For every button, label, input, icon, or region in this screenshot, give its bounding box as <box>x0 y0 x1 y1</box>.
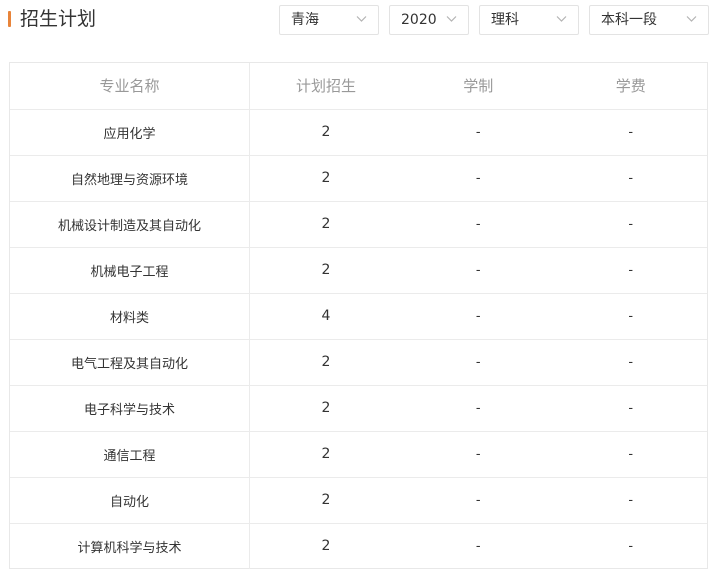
major-cell: 应用化学 <box>10 109 250 156</box>
duration-cell: - <box>402 247 555 294</box>
table-row: 机械设计制造及其自动化 2 - - <box>10 201 707 248</box>
duration-cell: - <box>402 109 555 156</box>
subject-select[interactable]: 理科 <box>479 5 579 35</box>
table-row: 电子科学与技术 2 - - <box>10 385 707 432</box>
province-select-value: 青海 <box>291 12 319 28</box>
tuition-cell: - <box>554 385 707 432</box>
chevron-down-icon <box>446 16 457 22</box>
plan-count-cell: 2 <box>249 247 402 294</box>
column-header-duration: 学制 <box>402 63 555 110</box>
table-row: 自然地理与资源环境 2 - - <box>10 155 707 202</box>
year-select[interactable]: 2020 <box>389 5 469 35</box>
plan-count-cell: 2 <box>249 109 402 156</box>
year-select-value: 2020 <box>401 12 437 28</box>
table-row: 自动化 2 - - <box>10 477 707 524</box>
plan-count-cell: 2 <box>321 538 331 555</box>
major-cell: 电子科学与技术 <box>10 385 250 432</box>
plan-count-cell: 2 <box>249 339 402 386</box>
major-cell: 自然地理与资源环境 <box>10 155 250 202</box>
duration-cell: - <box>402 477 555 524</box>
tuition-cell: - <box>628 538 634 554</box>
duration-cell: - <box>402 201 555 248</box>
title-accent-bar <box>8 11 11 27</box>
plan-count-cell: 2 <box>249 155 402 202</box>
tuition-cell: - <box>554 431 707 478</box>
subject-select-value: 理科 <box>491 12 519 28</box>
table-row: 材料类 4 - - <box>10 293 707 340</box>
column-header-plan: 计划招生 <box>249 63 402 110</box>
tuition-cell: - <box>554 109 707 156</box>
plan-count-cell: 2 <box>249 201 402 248</box>
duration-cell: - <box>402 385 555 432</box>
chevron-down-icon <box>356 16 367 22</box>
tuition-cell: - <box>554 201 707 248</box>
column-header-tuition: 学费 <box>554 63 707 110</box>
table-row: 应用化学 2 - - <box>10 109 707 156</box>
tuition-cell: - <box>554 477 707 524</box>
major-cell: 计算机科学与技术 <box>10 523 250 569</box>
tuition-cell: - <box>554 155 707 202</box>
table-row: 机械电子工程 2 - - <box>10 247 707 294</box>
section-header: 招生计划 青海 2020 理科 本科一段 <box>0 0 717 44</box>
plan-count-cell: 2 <box>249 477 402 524</box>
plan-count-cell: 2 <box>249 431 402 478</box>
duration-cell: - <box>402 155 555 202</box>
table-row: 电气工程及其自动化 2 - - <box>10 339 707 386</box>
table-row: 通信工程 2 - - <box>10 431 707 478</box>
major-cell: 材料类 <box>10 293 250 340</box>
plan-count-cell: 2 <box>249 385 402 432</box>
duration-cell: - <box>402 293 555 340</box>
table-row: 计算机科学与技术 2 - - <box>10 523 707 569</box>
chevron-down-icon <box>686 16 697 22</box>
duration-cell: - <box>402 339 555 386</box>
major-cell: 机械电子工程 <box>10 247 250 294</box>
province-select[interactable]: 青海 <box>279 5 379 35</box>
column-header-major: 专业名称 <box>10 63 250 110</box>
batch-select[interactable]: 本科一段 <box>589 5 709 35</box>
table-header-row: 专业名称 计划招生 学制 学费 <box>10 63 707 110</box>
major-cell: 机械设计制造及其自动化 <box>10 201 250 248</box>
duration-cell: - <box>475 538 481 554</box>
tuition-cell: - <box>554 339 707 386</box>
chevron-down-icon <box>556 16 567 22</box>
duration-cell: - <box>402 431 555 478</box>
plan-count-cell: 4 <box>249 293 402 340</box>
batch-select-value: 本科一段 <box>601 12 657 28</box>
major-cell: 通信工程 <box>10 431 250 478</box>
tuition-cell: - <box>554 247 707 294</box>
tuition-cell: - <box>554 293 707 340</box>
major-cell: 电气工程及其自动化 <box>10 339 250 386</box>
major-cell: 自动化 <box>10 477 250 524</box>
page-title: 招生计划 <box>20 8 97 30</box>
enrollment-plan-table: 专业名称 计划招生 学制 学费 应用化学 2 - - 自然地理与资源环境 2 -… <box>9 62 708 569</box>
